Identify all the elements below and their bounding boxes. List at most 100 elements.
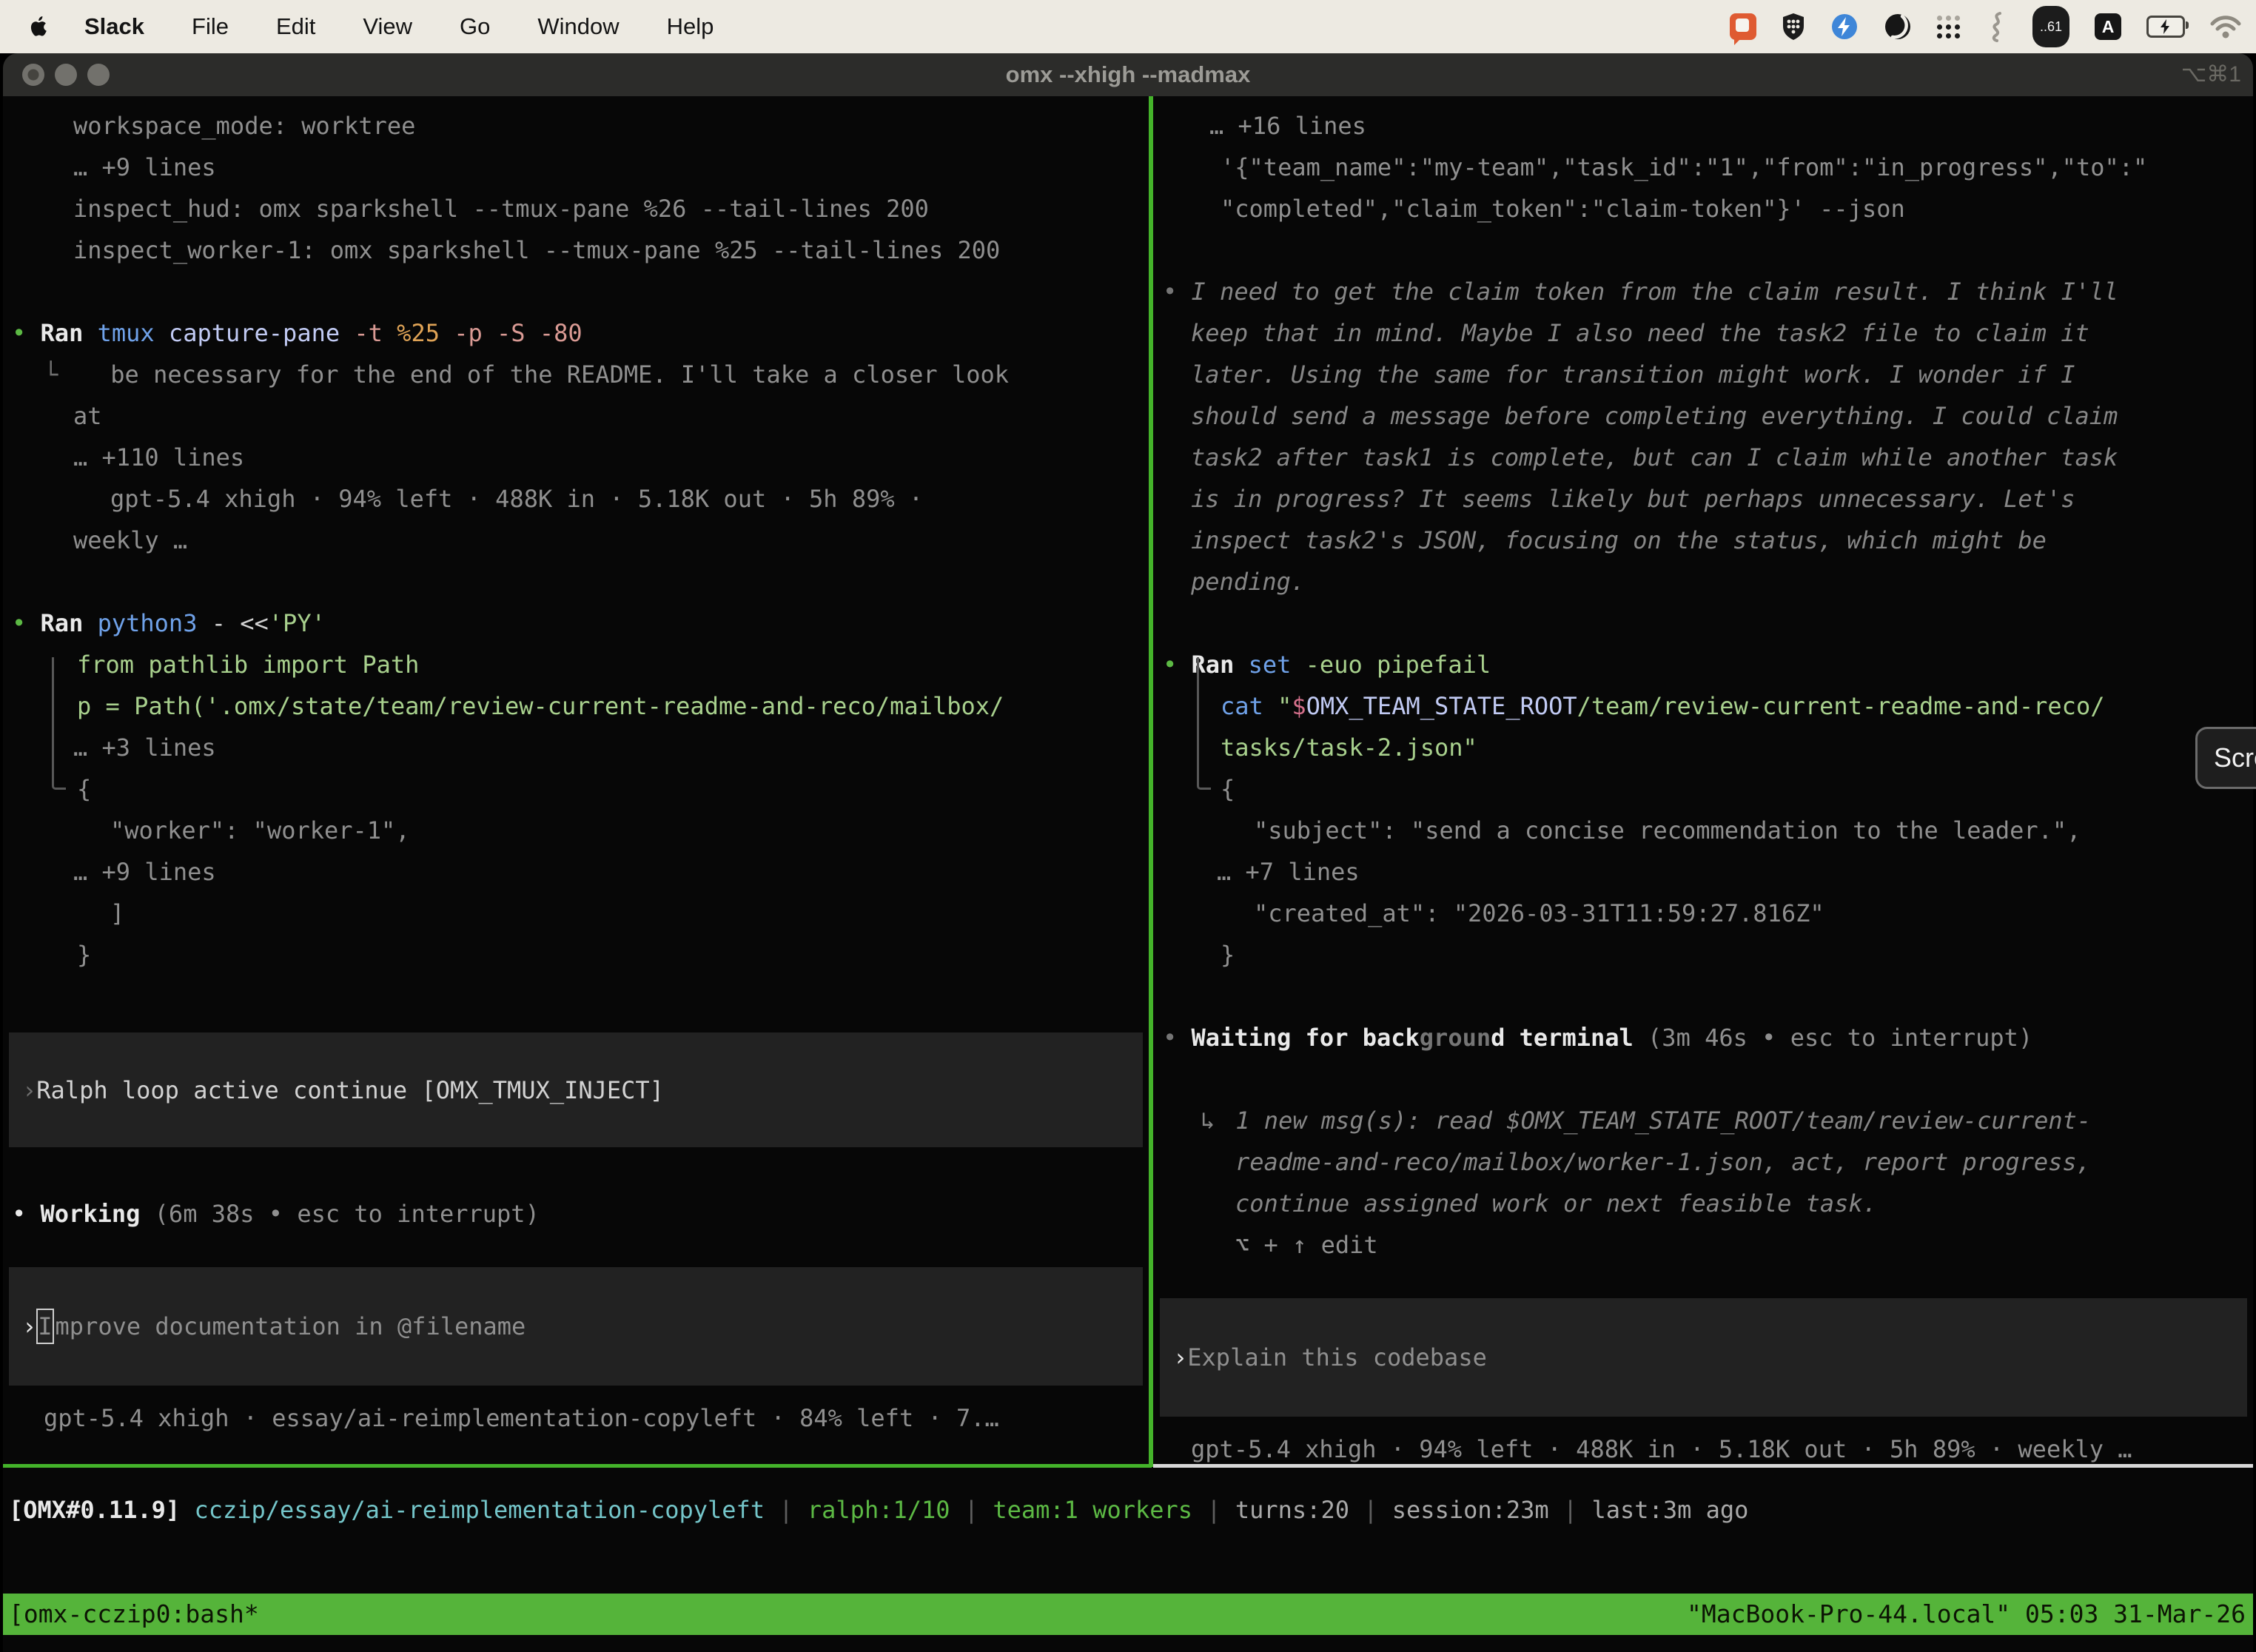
edit-hint: ⌥ + ↑ edit [1154,1224,2253,1266]
output-line: } [1154,934,2253,976]
command-line: tasks/task-2.json" [1154,727,2253,768]
omx-session: session:23m [1392,1496,1549,1524]
battery-icon[interactable] [2146,9,2185,44]
prompt-input[interactable]: › Explain this codebase [1160,1298,2247,1417]
output-line: ] [3,893,1149,934]
bullet-icon: • [12,609,26,637]
menu-edit[interactable]: Edit [276,13,315,40]
apple-menu-icon[interactable] [28,13,50,40]
mailbox-note: ↳1 new msg(s): read $OMX_TEAM_STATE_ROOT… [1154,1100,2253,1141]
ralph-loop-banner: › Ralph loop active continue [OMX_TMUX_I… [9,1032,1143,1147]
shield-icon[interactable] [1782,9,1805,44]
output-line: gpt-5.4 xhigh · 94% left · 488K in · 5.1… [3,478,1149,520]
command-line: • Ran tmux capture-pane -t %25 -p -S -80 [3,312,1149,354]
collapsed-lines-note: … +110 lines [3,437,1149,478]
wifi-icon[interactable] [2210,9,2241,44]
dragon-icon[interactable] [1985,9,2007,44]
output-line: └be necessary for the end of the README.… [3,354,1149,395]
output-line: "completed","claim_token":"claim-token"}… [1154,188,2253,229]
placeholder-text: mprove documentation in @filename [56,1312,526,1340]
output-line: { [3,768,1149,810]
pane-hud[interactable]: workspace_mode: worktree … +9 lines insp… [3,96,1149,1464]
working-status: • Working (6m 38s • esc to interrupt) [3,1193,1149,1235]
input-source-icon[interactable]: A [2095,13,2121,40]
pane-divider[interactable] [1149,96,1153,1467]
model-status-line: gpt-5.4 xhigh · 94% left · 488K in · 5.1… [1154,1428,2253,1464]
waiting-status: • Waiting for background terminal (3m 46… [1154,1017,2253,1058]
output-line: workspace_mode: worktree [3,105,1149,147]
prompt-input[interactable]: › Improve documentation in @filename [9,1267,1143,1386]
menu-view[interactable]: View [363,13,412,40]
macos-menubar: Slack File Edit View Go Window Help ..61… [0,0,2256,53]
minimize-button[interactable] [55,64,77,86]
thinking-line: • I need to get the claim token from the… [1154,271,2253,312]
bullet-icon: • [1163,1024,1177,1052]
output-line: '{"team_name":"my-team","task_id":"1","f… [1154,147,2253,188]
omx-team-counter: team:1 workers [993,1496,1192,1524]
pane-worker-1[interactable]: … +16 lines '{"team_name":"my-team","tas… [1154,96,2253,1464]
chat-app-icon[interactable] [1730,9,1756,44]
stats-badge-icon[interactable]: ..61 [2032,6,2069,47]
tree-connector [1197,657,1211,790]
tmux-status-bar: [omx-cczip0:bash*"MacBook-Pro-44.local" … [3,1594,2253,1635]
collapsed-lines-note: … +16 lines [1154,105,2253,147]
window-title: omx --xhigh --madmax [3,53,2253,96]
bolt-badge-icon[interactable] [1830,9,1859,44]
omx-turns: turns:20 [1235,1496,1349,1524]
output-line: "subject": "send a concise recommendatio… [1154,810,2253,851]
collapsed-lines-note: … +3 lines [3,727,1149,768]
traffic-lights [22,64,110,86]
output-line: inspect_hud: omx sparkshell --tmux-pane … [3,188,1149,229]
window-titlebar[interactable]: omx --xhigh --madmax ⌥⌘1 [3,53,2253,96]
bullet-icon: • [1163,651,1177,679]
command-line: cat "$OMX_TEAM_STATE_ROOT/team/review-cu… [1154,685,2253,727]
omx-last-activity: last:3m ago [1591,1496,1748,1524]
command-line: • Ran set -euo pipefail [1154,644,2253,685]
output-line: "created_at": "2026-03-31T11:59:27.816Z" [1154,893,2253,934]
chevron-icon: › [22,1076,36,1104]
close-button[interactable] [22,64,44,86]
dots-grid-icon[interactable] [1937,9,1960,44]
collapsed-lines-note: … +9 lines [3,851,1149,893]
thinking-line: should send a message before completing … [1154,395,2253,437]
mailbox-note: continue assigned work or next feasible … [1154,1183,2253,1224]
command-line: • Ran python3 - <<'PY' [3,602,1149,644]
zoom-button[interactable] [87,64,110,86]
screen-share-overlay[interactable]: Scre [2195,727,2256,789]
window-shortcut-badge: ⌥⌘1 [2181,53,2241,96]
active-app-name[interactable]: Slack [84,13,144,40]
prompt-chevron-icon: › [22,1312,36,1340]
placeholder-text: Explain this codebase [1187,1343,1487,1371]
menu-help[interactable]: Help [667,13,714,40]
tmux-session-name: [omx-cczip0:bash* [3,1599,259,1628]
code-line: from pathlib import Path [3,644,1149,685]
corner-connector-icon: └ [44,360,58,389]
bullet-icon: • [12,319,26,347]
output-line: weekly … [3,520,1149,561]
code-line: p = Path('.omx/state/team/review-current… [3,685,1149,727]
omx-project: cczip/essay/ai-reimplementation-copyleft [194,1496,765,1524]
thinking-line: task2 after task1 is complete, but can I… [1154,437,2253,478]
collapsed-lines-note: … +7 lines [1154,851,2253,893]
moon-app-icon[interactable] [1884,9,1912,44]
pane-border-inactive [1153,1464,2253,1468]
thinking-line: later. Using the same for transition mig… [1154,354,2253,395]
omx-version: [OMX#0.11.9] [9,1496,180,1524]
output-line: at [3,395,1149,437]
mailbox-note: readme-and-reco/mailbox/worker-1.json, a… [1154,1141,2253,1183]
omx-ralph-counter: ralph:1/10 [808,1496,950,1524]
menu-go[interactable]: Go [460,13,490,40]
bullet-icon: • [1163,278,1177,306]
return-arrow-icon: ↳ [1201,1107,1215,1135]
omx-status-line: [OMX#0.11.9] cczip/essay/ai-reimplementa… [3,1489,1748,1531]
terminal-content: workspace_mode: worktree … +9 lines insp… [3,96,2253,1652]
model-status-line: gpt-5.4 xhigh · essay/ai-reimplementatio… [3,1397,1149,1439]
terminal-window: omx --xhigh --madmax ⌥⌘1 workspace_mode:… [3,53,2253,1652]
text-cursor: I [36,1309,53,1344]
menubar-status-icons: ..61 A [1730,6,2241,47]
tree-connector [52,657,66,790]
collapsed-lines-note: … +9 lines [3,147,1149,188]
menu-file[interactable]: File [192,13,229,40]
pane-border-active [3,1464,1152,1468]
menu-window[interactable]: Window [537,13,619,40]
